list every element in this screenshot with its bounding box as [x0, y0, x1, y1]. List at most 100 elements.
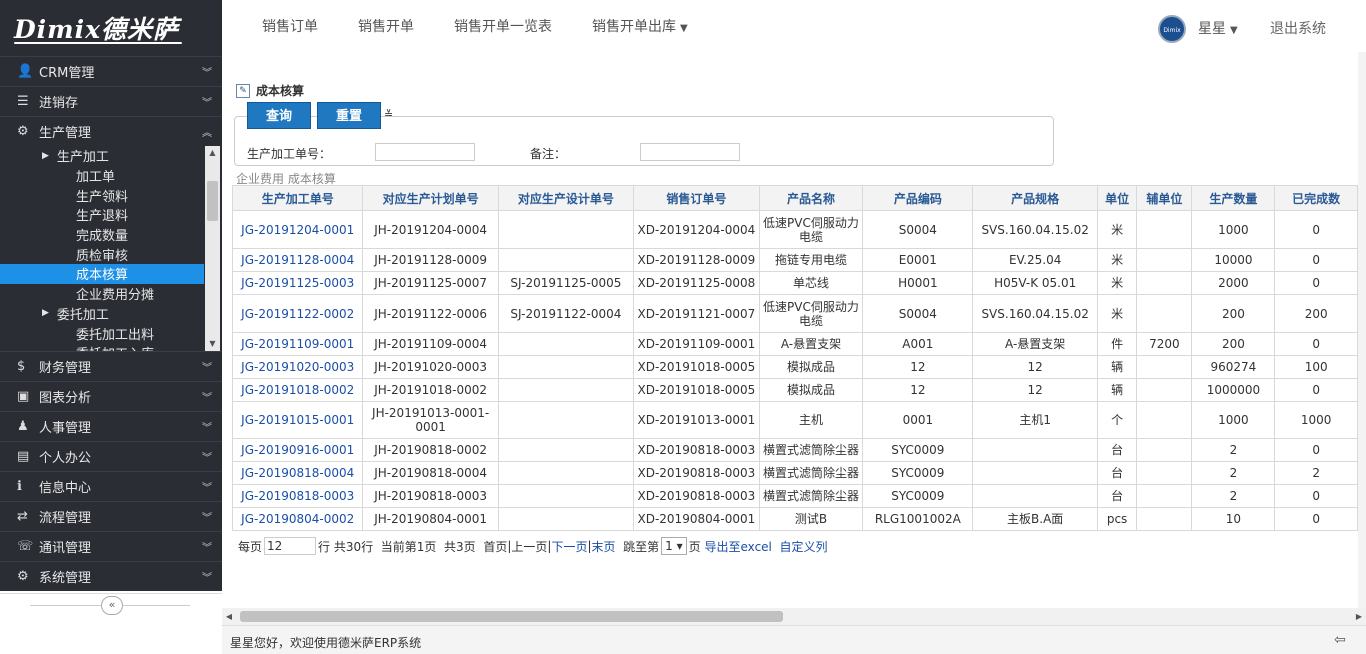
- submenu-item[interactable]: 生产退料: [0, 205, 222, 225]
- query-button[interactable]: 查询: [247, 102, 311, 129]
- table-row[interactable]: JG-20191018-0002 JH-20191018-0002 XD-20191…: [231, 378, 1358, 402]
- order-link[interactable]: JG-20191020-0003: [231, 355, 364, 379]
- menu-item-bot-3[interactable]: ▤ 个人办公 ︾: [0, 441, 222, 471]
- menu-item-top-2[interactable]: ⚙ 生产管理 ︽: [0, 116, 222, 146]
- order-link[interactable]: JG-20191122-0002: [231, 294, 364, 333]
- menu-item-bot-2[interactable]: ♟ 人事管理 ︾: [0, 411, 222, 441]
- order-link[interactable]: JG-20191128-0004: [231, 248, 364, 272]
- table-row[interactable]: JG-20191204-0001 JH-20191204-0004 XD-20191…: [231, 210, 1358, 249]
- column-header[interactable]: 对应生产计划单号: [362, 185, 499, 211]
- remark-label: 备注：: [530, 147, 567, 161]
- scroll-left-icon[interactable]: ◀: [222, 608, 236, 625]
- table-cell: [1136, 507, 1193, 531]
- column-header[interactable]: 销售订单号: [633, 185, 760, 211]
- first-page-link[interactable]: 首页: [483, 538, 507, 555]
- submenu-item[interactable]: 成本核算: [0, 264, 204, 284]
- menu-item-bot-6[interactable]: ☏ 通讯管理 ︾: [0, 531, 222, 561]
- menu-item-bot-7[interactable]: ⚙ 系统管理 ︾: [0, 561, 222, 591]
- order-link[interactable]: JG-20191109-0001: [231, 332, 364, 356]
- column-header[interactable]: 辅单位: [1136, 185, 1193, 211]
- menu-item-bot-4[interactable]: ℹ 信息中心 ︾: [0, 471, 222, 501]
- collapse-icon[interactable]: «: [101, 596, 123, 615]
- scroll-up-icon[interactable]: ▲: [205, 146, 220, 160]
- table-cell: 1000: [1191, 210, 1276, 249]
- column-header[interactable]: 对应生产设计单号: [497, 185, 635, 211]
- submenu-item[interactable]: 完成数量: [0, 225, 222, 245]
- table-cell: [497, 461, 635, 485]
- submenu-item[interactable]: 委托加工入库: [0, 343, 222, 351]
- menu-item-bot-0[interactable]: $ 财务管理 ︾: [0, 351, 222, 381]
- column-header[interactable]: 产品编码: [862, 185, 974, 211]
- column-header[interactable]: 产品规格: [972, 185, 1098, 211]
- table-row[interactable]: JG-20191122-0002 JH-20191122-0006 SJ-20191…: [231, 294, 1358, 333]
- table-row[interactable]: JG-20191020-0003 JH-20191020-0003 XD-20191…: [231, 355, 1358, 379]
- per-page-input[interactable]: 12: [264, 537, 317, 555]
- table-cell: JH-20191204-0004: [362, 210, 499, 249]
- main-hscrollbar[interactable]: ◀ ▶: [222, 608, 1366, 625]
- column-header[interactable]: 单位: [1096, 185, 1138, 211]
- column-header[interactable]: 生产数量: [1191, 185, 1276, 211]
- table-cell: JH-20191122-0006: [362, 294, 499, 333]
- table-row[interactable]: JG-20191109-0001 JH-20191109-0004 XD-20191…: [231, 332, 1358, 356]
- menu-item-top-1[interactable]: ☰ 进销存 ︾: [0, 86, 222, 116]
- nav-sales-outbound[interactable]: 销售开单出库 ▼: [592, 16, 688, 36]
- submenu-item[interactable]: 企业费用分摊: [0, 284, 222, 304]
- column-header[interactable]: 已完成数: [1274, 185, 1358, 211]
- submenu-item[interactable]: 质检审核: [0, 244, 222, 264]
- scroll-down-icon[interactable]: ▼: [205, 337, 220, 351]
- table-row[interactable]: JG-20191128-0004 JH-20191128-0009 XD-20191…: [231, 248, 1358, 272]
- order-link[interactable]: JG-20191125-0003: [231, 271, 364, 295]
- page-jump-select[interactable]: 1 ▾: [661, 537, 687, 555]
- export-excel-link[interactable]: 导出至excel: [705, 538, 772, 555]
- table-row[interactable]: JG-20191015-0001 JH-20191013-0001-0001 XD-…: [231, 401, 1358, 439]
- nav-sales-billing[interactable]: 销售开单: [358, 16, 414, 36]
- logout-link[interactable]: 退出系统: [1270, 18, 1326, 38]
- order-link[interactable]: JG-20191018-0002: [231, 378, 364, 402]
- table-cell: 0: [1274, 248, 1358, 272]
- order-link[interactable]: JG-20191204-0001: [231, 210, 364, 249]
- submenu-item[interactable]: 生产领料: [0, 185, 222, 205]
- table-row[interactable]: JG-20190818-0003 JH-20190818-0003 XD-20190…: [231, 484, 1358, 508]
- nav-sales-billing-list[interactable]: 销售开单一览表: [454, 16, 552, 36]
- hscroll-thumb[interactable]: [240, 611, 783, 622]
- submenu-item[interactable]: 委托加工出料: [0, 323, 222, 343]
- column-header[interactable]: 产品名称: [758, 185, 864, 211]
- table-row[interactable]: JG-20191125-0003 JH-20191125-0007 SJ-20191…: [231, 271, 1358, 295]
- exit-icon[interactable]: ⇦: [1334, 632, 1358, 648]
- table-row[interactable]: JG-20190818-0004 JH-20190818-0004 XD-20190…: [231, 461, 1358, 485]
- prev-page-link[interactable]: 上一页: [511, 538, 547, 555]
- order-link[interactable]: JG-20191015-0001: [231, 401, 364, 439]
- scroll-thumb[interactable]: [207, 181, 218, 221]
- next-page-link[interactable]: 下一页: [551, 538, 587, 555]
- last-page-link[interactable]: 末页: [592, 538, 616, 555]
- main-vscrollbar[interactable]: [1358, 52, 1366, 608]
- page-title: ✎ 成本核算: [236, 82, 304, 99]
- submenu-item[interactable]: ▶ 委托加工: [0, 304, 222, 324]
- expand-icon[interactable]: ≚: [384, 108, 393, 121]
- order-link[interactable]: JG-20190818-0004: [231, 461, 364, 485]
- user-menu[interactable]: 星星 ▼: [1198, 18, 1238, 38]
- table-cell: 低速PVC伺服动力电缆: [758, 294, 864, 333]
- submenu-item[interactable]: ▶ 生产加工: [0, 146, 222, 166]
- nav-sales-order[interactable]: 销售订单: [262, 16, 318, 36]
- custom-columns-link[interactable]: 自定义列: [780, 538, 828, 555]
- menu-item-bot-5[interactable]: ⇄ 流程管理 ︾: [0, 501, 222, 531]
- submenu-scrollbar[interactable]: ▲ ▼: [205, 146, 220, 351]
- table-cell: SJ-20191122-0004: [497, 294, 635, 333]
- scroll-right-icon[interactable]: ▶: [1352, 608, 1366, 625]
- table-row[interactable]: JG-20190916-0001 JH-20190818-0002 XD-20190…: [231, 438, 1358, 462]
- pager: 每页 12 行 共30行 当前第1页 共3页 首页 | 上一页 | 下一页 | 末页 跳至第…: [238, 537, 828, 555]
- reset-button[interactable]: 重置: [317, 102, 381, 129]
- brand-logo[interactable]: Dimix德米萨: [0, 0, 222, 56]
- order-link[interactable]: JG-20190818-0003: [231, 484, 364, 508]
- table-row[interactable]: JG-20190804-0002 JH-20190804-0001 XD-20190…: [231, 507, 1358, 531]
- menu-item-top-0[interactable]: 👤 CRM管理 ︾: [0, 56, 222, 86]
- order-link[interactable]: JG-20190804-0002: [231, 507, 364, 531]
- menu-item-bot-1[interactable]: ▣ 图表分析 ︾: [0, 381, 222, 411]
- remark-input[interactable]: [640, 143, 740, 161]
- order-link[interactable]: JG-20190916-0001: [231, 438, 364, 462]
- avatar[interactable]: Dimix 德米萨: [1158, 15, 1186, 62]
- column-header[interactable]: 生产加工单号: [231, 185, 364, 211]
- order-no-input[interactable]: [375, 143, 475, 161]
- submenu-item[interactable]: 加工单: [0, 166, 222, 186]
